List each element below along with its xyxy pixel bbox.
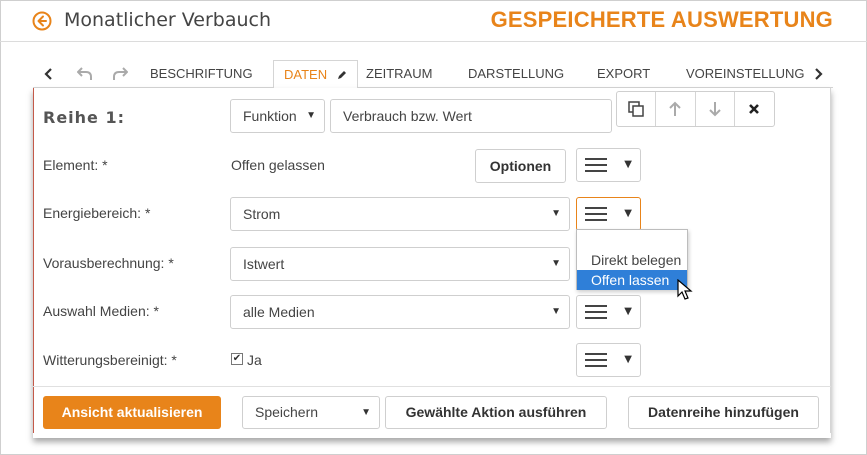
weather-label: Witterungsbereinigt: * xyxy=(43,352,177,368)
weather-checkbox[interactable]: ✔ xyxy=(231,353,243,365)
redo-icon[interactable] xyxy=(110,64,130,84)
series-label: Reihe 1: xyxy=(43,108,125,127)
action-select-value: Speichern xyxy=(255,404,319,420)
caret-down-icon: ▼ xyxy=(624,159,632,170)
mouse-cursor-icon xyxy=(677,278,693,301)
tab-darstellung[interactable]: DARSTELLUNG xyxy=(468,60,564,88)
add-series-button[interactable]: Datenreihe hinzufügen xyxy=(628,396,819,429)
function-select-value: Funktion xyxy=(243,108,297,124)
tab-daten-label: DATEN xyxy=(284,67,328,82)
pencil-icon xyxy=(337,62,347,90)
series-toolbox xyxy=(616,91,775,127)
page-title: Monatlicher Verbauch xyxy=(64,9,271,31)
weather-checkbox-label: Ja xyxy=(247,352,262,368)
energy-menu-dropdown: Direkt belegen Offen lassen xyxy=(576,229,688,290)
weather-menu-button[interactable]: ▼ xyxy=(576,343,641,377)
media-label: Auswahl Medien: * xyxy=(43,303,159,319)
caret-down-icon: ▼ xyxy=(624,354,632,365)
tab-daten[interactable]: DATEN xyxy=(273,60,358,89)
value-select[interactable]: Verbrauch bzw. Wert xyxy=(330,99,612,133)
element-menu-button[interactable]: ▼ xyxy=(576,148,641,182)
caret-down-icon: ▼ xyxy=(624,208,632,219)
update-view-button[interactable]: Ansicht aktualisieren xyxy=(43,396,221,429)
forecast-select[interactable]: Istwert ▼ xyxy=(230,247,570,281)
element-value: Offen gelassen xyxy=(231,157,325,173)
function-select[interactable]: Funktion ▼ xyxy=(230,99,325,133)
close-icon[interactable] xyxy=(735,92,774,126)
execute-action-button[interactable]: Gewählte Aktion ausführen xyxy=(385,396,607,429)
caret-down-icon: ▼ xyxy=(551,258,561,269)
hamburger-icon xyxy=(585,305,607,319)
energy-menu-button[interactable]: ▼ xyxy=(576,197,641,231)
forecast-select-value: Istwert xyxy=(243,256,285,272)
tab-zeitraum[interactable]: ZEITRAUM xyxy=(366,60,432,88)
hamburger-icon xyxy=(585,353,607,367)
dropdown-item-offen-lassen[interactable]: Offen lassen xyxy=(577,270,687,290)
circle-arrow-left-icon[interactable] xyxy=(32,11,52,31)
caret-down-icon: ▼ xyxy=(306,110,316,121)
tab-voreinstellung[interactable]: VOREINSTELLUNG xyxy=(686,60,804,88)
caret-down-icon: ▼ xyxy=(551,306,561,317)
energy-label: Energiebereich: * xyxy=(43,205,151,221)
header: Monatlicher Verbauch GESPEICHERTE AUSWER… xyxy=(0,0,867,42)
undo-icon[interactable] xyxy=(75,64,95,84)
copy-icon[interactable] xyxy=(617,92,657,126)
options-button[interactable]: Optionen xyxy=(475,149,566,183)
energy-select[interactable]: Strom ▼ xyxy=(230,197,570,231)
tab-beschriftung[interactable]: BESCHRIFTUNG xyxy=(150,60,253,88)
forecast-label: Vorausberechnung: * xyxy=(43,255,174,271)
hamburger-icon xyxy=(585,207,607,221)
media-select-value: alle Medien xyxy=(243,304,315,320)
chevron-right-icon[interactable] xyxy=(808,64,828,84)
action-select[interactable]: Speichern ▼ xyxy=(242,396,380,429)
chevron-left-icon[interactable] xyxy=(39,64,59,84)
element-label: Element: * xyxy=(43,157,108,173)
caret-down-icon: ▼ xyxy=(361,407,371,418)
hamburger-icon xyxy=(585,158,607,172)
media-select[interactable]: alle Medien ▼ xyxy=(230,295,570,329)
tab-bar: BESCHRIFTUNG DATEN ZEITRAUM DARSTELLUNG … xyxy=(33,60,833,89)
media-menu-button[interactable]: ▼ xyxy=(576,295,641,329)
tab-export[interactable]: EXPORT xyxy=(597,60,650,88)
dropdown-item-direkt-belegen[interactable]: Direkt belegen xyxy=(577,250,687,270)
energy-select-value: Strom xyxy=(243,206,281,222)
footer-divider xyxy=(33,386,831,387)
value-select-value: Verbrauch bzw. Wert xyxy=(343,108,472,124)
arrow-down-icon[interactable] xyxy=(696,92,735,126)
arrow-up-icon[interactable] xyxy=(656,92,696,126)
caret-down-icon: ▼ xyxy=(551,208,561,219)
caret-down-icon: ▼ xyxy=(624,306,632,317)
brand-title: GESPEICHERTE AUSWERTUNG xyxy=(490,7,833,32)
